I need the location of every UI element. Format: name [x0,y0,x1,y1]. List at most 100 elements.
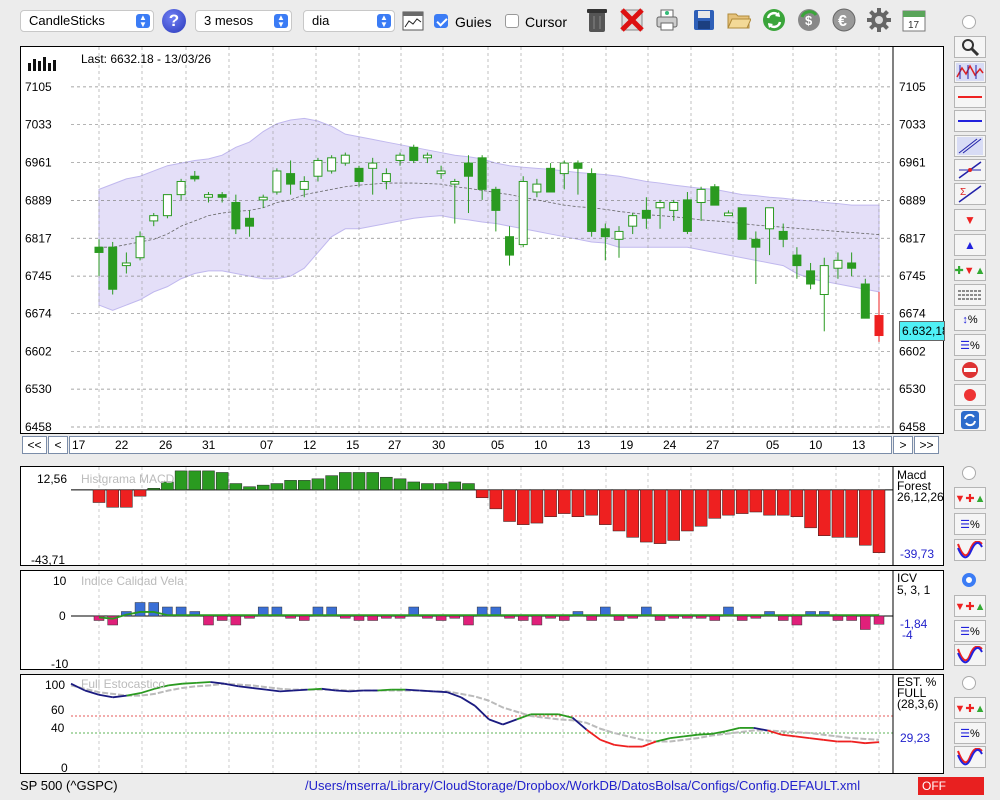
print-icon[interactable] [652,5,682,35]
candle-body [723,212,733,217]
trendline-button[interactable] [954,159,986,181]
symbol-label: SP 500 (^GSPC) [20,778,118,793]
interval-select[interactable]: dia ▲ ▼ [303,10,395,32]
macd-bar [407,481,420,491]
save-icon[interactable] [689,5,719,35]
help-icon[interactable]: ? [162,9,186,33]
icv-bar [860,615,871,630]
nav-prev-button[interactable]: < [48,436,68,454]
nav-first-button[interactable]: << [22,436,47,454]
macd-bar [708,489,722,519]
guides-checkbox[interactable] [434,14,448,28]
candle-body [751,238,761,248]
blue-line-button[interactable] [954,110,986,132]
macd-bar [434,483,448,491]
macd-curve-button[interactable] [954,539,986,561]
panel-radio-main[interactable] [962,15,976,29]
scale-percent-button[interactable]: ↕% [954,309,986,331]
macd-bar [366,472,379,491]
arrow-down-button[interactable]: ▼ [954,209,986,231]
red-line-button[interactable] [954,86,986,108]
date-label: 13 [577,438,591,452]
macd-bar [681,489,694,532]
dollar-sync-icon[interactable]: $ [794,5,824,35]
svg-text:€: € [838,13,847,30]
sync-icon [961,411,979,429]
grid-lines-button[interactable] [954,284,986,306]
candle-body [792,254,802,267]
lines-percent-icon: ☰% [960,339,980,352]
icv-arrows-button[interactable]: ▼✚▲ [954,595,986,617]
stochastic-panel[interactable]: Full Estocastico 100 60 40 0 EST. % FULL… [20,674,944,775]
refresh-icon[interactable] [759,5,789,35]
channel-button[interactable] [954,135,986,157]
macd-lines-percent-button[interactable]: ☰% [954,513,986,535]
sum-trend-button[interactable]: Σ [954,183,986,205]
calendar-icon[interactable]: 17 [899,5,929,35]
nav-last-button[interactable]: >> [914,436,939,454]
open-folder-icon[interactable] [724,5,754,35]
no-entry-button[interactable] [954,359,986,381]
panel-radio-macd[interactable] [962,466,976,480]
stoch-lines-percent-button[interactable]: ☰% [954,722,986,744]
zoom-button[interactable] [954,36,986,58]
icv-bar [846,615,857,621]
bars-icon[interactable] [27,55,59,74]
icv-curve-button[interactable] [954,644,986,666]
period-select[interactable]: 3 mesos ▲ ▼ [195,10,292,32]
delete-icon[interactable] [617,5,647,35]
candle-body [491,188,501,211]
macd-bar [489,489,503,510]
stoch-k-segment [795,735,810,739]
macd-bar [818,489,831,536]
off-indicator[interactable]: OFF [918,777,984,795]
date-label: 05 [766,438,780,452]
nav-next-button[interactable]: > [893,436,913,454]
macd-bar [831,489,845,538]
macd-arrows-button[interactable]: ▼✚▲ [954,487,986,509]
date-label: 15 [346,438,360,452]
candle-body [354,167,364,182]
arrow-up-button[interactable]: ▲ [954,234,986,256]
icv-bar [422,615,433,619]
price-tick-left: 6674 [25,306,52,320]
chart-style-button[interactable] [954,61,986,83]
price-tick-left: 7033 [25,118,52,132]
stoch-k-segment [614,744,629,748]
stoch-k-segment [851,740,866,745]
price-tick-left: 6745 [25,269,52,283]
guides-label: Guies [455,14,492,30]
price-tick-right: 7033 [899,118,926,132]
macd-panel[interactable]: Histgrama MACD 12,56 -43,71 Macd Forest … [20,466,944,567]
icv-bar [791,615,803,626]
chart-window-icon[interactable] [400,8,426,34]
chart-type-select[interactable]: CandleSticks ▲ ▼ [20,10,154,32]
sync-button[interactable] [954,409,986,431]
icv-panel[interactable]: Indice Calidad Vela 10 0 -10 ICV 5, 3, 1… [20,570,944,671]
icv-lines-percent-button[interactable]: ☰% [954,620,986,642]
candle-body [600,228,610,238]
macd-bar [667,489,680,541]
icv-bar [517,615,529,621]
euro-icon[interactable]: € [829,5,859,35]
candle-body [696,188,706,204]
lines-percent-button[interactable]: ☰% [954,334,986,356]
add-arrows-button[interactable]: ✚▼▲ [954,259,986,281]
config-path-link[interactable]: /Users/mserra/Library/CloudStorage/Dropb… [305,778,860,793]
settings-gear-icon[interactable] [864,5,894,35]
trash-icon[interactable] [582,5,612,35]
cursor-checkbox[interactable] [505,14,519,28]
macd-bar [92,489,106,503]
stoch-curve-button[interactable] [954,746,986,768]
stoch-k-segment [753,727,768,732]
panel-radio-icv[interactable] [962,573,976,587]
panel-radio-stoch[interactable] [962,676,976,690]
candle-body [190,175,200,180]
candle-body [833,259,843,269]
price-chart-panel[interactable]: 7105 7105 7033 7033 6961 6961 6889 6889 6817 6817… [20,46,945,434]
macd-top-value: 12,56 [37,472,68,486]
chart-style-icon [956,63,984,81]
date-axis[interactable]: 17 22 26 31 07 12 15 27 30 05 10 13 19 24 27 05 10 13 [69,436,892,454]
stoch-arrows-button[interactable]: ▼✚▲ [954,697,986,719]
record-button[interactable] [954,384,986,406]
